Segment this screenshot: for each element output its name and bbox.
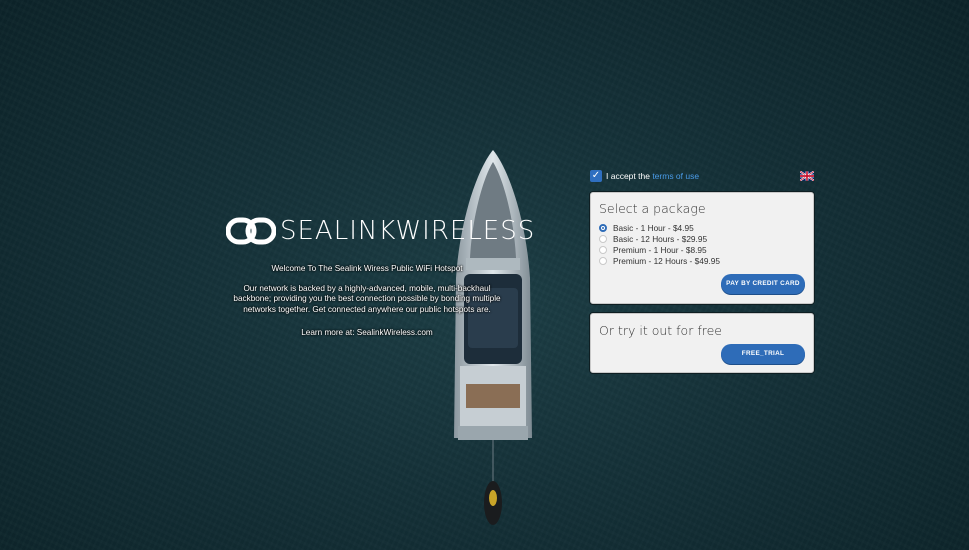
package-radio[interactable] bbox=[599, 257, 607, 266]
package-option-premium-12h[interactable]: Premium - 12 Hours - $49.95 bbox=[599, 256, 720, 267]
package-radio[interactable] bbox=[599, 245, 607, 254]
package-list: Basic - 1 Hour - $4.95 Basic - 12 Hours … bbox=[599, 222, 720, 267]
learn-more-link[interactable]: Learn more at: SealinkWireless.com bbox=[226, 328, 508, 339]
package-radio[interactable] bbox=[599, 223, 607, 232]
pay-by-credit-card-button[interactable]: PAY BY CREDIT CARD bbox=[721, 274, 805, 294]
welcome-heading: Welcome To The Sealink Wiress Public WiF… bbox=[271, 264, 463, 273]
promo-text-block: Welcome To The Sealink Wiress Public WiF… bbox=[226, 264, 508, 339]
uk-flag-icon[interactable] bbox=[800, 171, 814, 181]
terms-of-use-link[interactable]: terms of use bbox=[652, 171, 699, 181]
package-option-basic-1h[interactable]: Basic - 1 Hour - $4.95 bbox=[599, 222, 720, 233]
network-description: Our network is backed by a highly-advanc… bbox=[233, 283, 501, 314]
chain-link-logo-icon bbox=[226, 217, 276, 245]
terms-label: I accept the terms of use bbox=[606, 171, 700, 181]
package-card: Select a package Basic - 1 Hour - $4.95 … bbox=[589, 191, 815, 305]
package-card-title: Select a package bbox=[599, 201, 706, 216]
free-trial-button[interactable]: FREE_TRIAL bbox=[721, 344, 805, 364]
package-label: Premium - 1 Hour - $8.95 bbox=[613, 244, 707, 255]
yacht-image bbox=[454, 150, 532, 525]
package-radio[interactable] bbox=[599, 234, 607, 243]
package-label: Basic - 12 Hours - $29.95 bbox=[613, 233, 708, 244]
logo-text: SEALINKWIRELESS bbox=[280, 216, 536, 246]
terms-accept-row: ✓ I accept the terms of use bbox=[590, 170, 814, 184]
package-option-basic-12h[interactable]: Basic - 12 Hours - $29.95 bbox=[599, 233, 720, 244]
package-label: Basic - 1 Hour - $4.95 bbox=[613, 222, 694, 233]
terms-checkbox[interactable]: ✓ bbox=[590, 170, 602, 182]
package-label: Premium - 12 Hours - $49.95 bbox=[613, 256, 720, 267]
sealink-logo: SEALINKWIRELESS bbox=[226, 216, 535, 246]
free-trial-card: Or try it out for free FREE_TRIAL bbox=[589, 312, 815, 374]
free-trial-title: Or try it out for free bbox=[599, 323, 722, 338]
package-option-premium-1h[interactable]: Premium - 1 Hour - $8.95 bbox=[599, 244, 720, 255]
